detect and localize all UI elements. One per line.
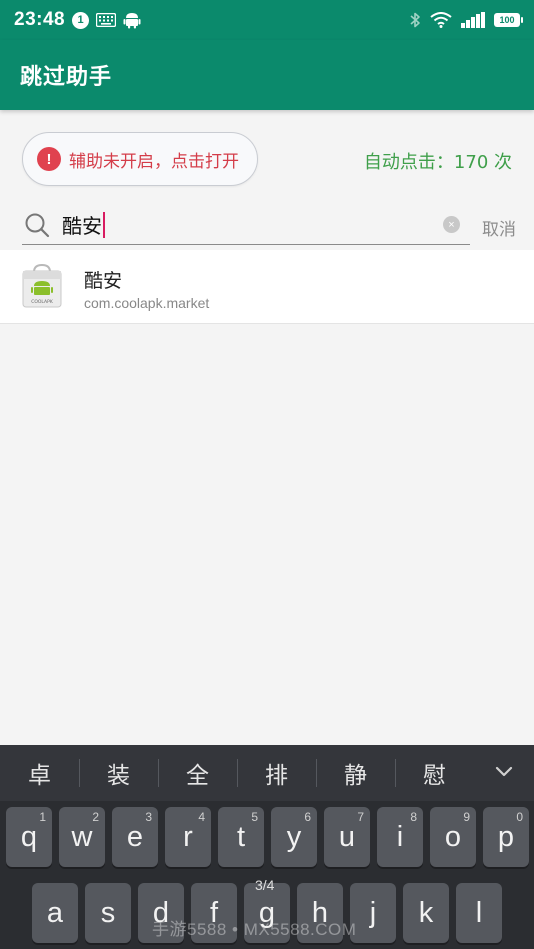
key-letter: l [475,896,483,929]
app-name: 酷安 [84,270,123,292]
key-u[interactable]: u7 [324,807,370,867]
key-letter: w [71,820,93,853]
key-letter: u [338,820,356,853]
key-letter: y [286,820,302,853]
key-a[interactable]: a [32,883,78,943]
accessibility-status-row: ! 辅助未开启，点击打开 自动点击：170 次 [0,122,534,198]
bluetooth-icon [410,12,420,28]
candidate-item[interactable]: 全 [158,745,237,801]
key-k[interactable]: k [403,883,449,943]
key-letter: p [497,820,515,853]
app-package-name: com.coolapk.market [84,295,210,311]
wifi-icon [430,12,452,28]
coolapk-app-icon: COOLAPK [22,264,62,308]
android-icon [123,13,141,29]
key-letter: e [126,820,144,853]
soft-keyboard: 卓 装 全 排 静 慰 q1 w2 e3 r4 t5 y6 u7 i8 o9 p… [0,745,534,949]
candidate-item[interactable]: 慰 [395,745,474,801]
enable-accessibility-button[interactable]: ! 辅助未开启，点击打开 [22,132,258,186]
key-number: 8 [410,810,417,824]
search-input-value: 酷安 [62,210,105,239]
key-o[interactable]: o9 [430,807,476,867]
key-y[interactable]: y6 [271,807,317,867]
key-s[interactable]: s [85,883,131,943]
key-e[interactable]: e3 [112,807,158,867]
search-row: 酷安 × 取消 [0,203,534,249]
signal-icon [461,12,485,28]
key-letter: a [46,896,64,929]
status-time: 23:48 [14,9,66,30]
candidate-item[interactable]: 装 [79,745,158,801]
key-number: 2 [92,810,99,824]
search-icon [25,213,50,238]
app-title: 跳过助手 [20,65,113,90]
key-q[interactable]: q1 [6,807,52,867]
coolapk-icon-label: COOLAPK [31,299,54,305]
candidate-item[interactable]: 排 [237,745,316,801]
key-p[interactable]: p0 [483,807,529,867]
key-i[interactable]: i8 [377,807,423,867]
status-bar-right: 100 [409,11,523,29]
warning-icon: ! [37,147,61,171]
key-letter: s [100,896,116,929]
key-number: 7 [357,810,364,824]
key-number: 9 [463,810,470,824]
key-number: 3 [145,810,152,824]
key-w[interactable]: w2 [59,807,105,867]
key-number: 0 [516,810,523,824]
key-letter: q [20,820,38,853]
candidate-item[interactable]: 卓 [0,745,79,801]
battery-icon: 100 [494,13,523,27]
key-j[interactable]: j [350,883,396,943]
key-number: 6 [304,810,311,824]
key-number: 4 [198,810,205,824]
clear-icon[interactable]: × [443,216,460,233]
keyboard-icon [96,13,117,27]
text-cursor [103,211,105,238]
key-t[interactable]: t5 [218,807,264,867]
candidate-bar: 卓 装 全 排 静 慰 [0,745,534,801]
key-letter: j [369,896,377,929]
notification-icon: 1 [72,11,90,29]
key-letter: o [444,820,462,853]
watermark: 手游5588 • MX5588.COM [152,920,357,939]
key-number: 1 [39,810,46,824]
app-bar: 跳过助手 [0,40,534,110]
candidate-item[interactable]: 静 [316,745,395,801]
status-bar: 23:48 1 100 [0,0,534,40]
app-list-item[interactable]: COOLAPK 酷安 com.coolapk.market [0,250,534,324]
chevron-down-icon[interactable] [492,759,516,783]
click-count-text: 自动点击：170 次 [363,152,512,173]
status-bar-left: 23:48 1 [14,9,141,31]
key-letter: k [418,896,434,929]
search-query-text: 酷安 [62,214,102,238]
key-letter: i [396,820,404,853]
key-r[interactable]: r4 [165,807,211,867]
keyboard-page-indicator: 3/4 [255,877,275,893]
key-letter: t [236,820,246,853]
accessibility-status-label: 辅助未开启，点击打开 [69,151,239,172]
search-input[interactable]: 酷安 × [22,203,470,245]
key-number: 5 [251,810,258,824]
key-l[interactable]: l [456,883,502,943]
key-letter: r [183,820,193,853]
cancel-button[interactable]: 取消 [482,215,516,240]
